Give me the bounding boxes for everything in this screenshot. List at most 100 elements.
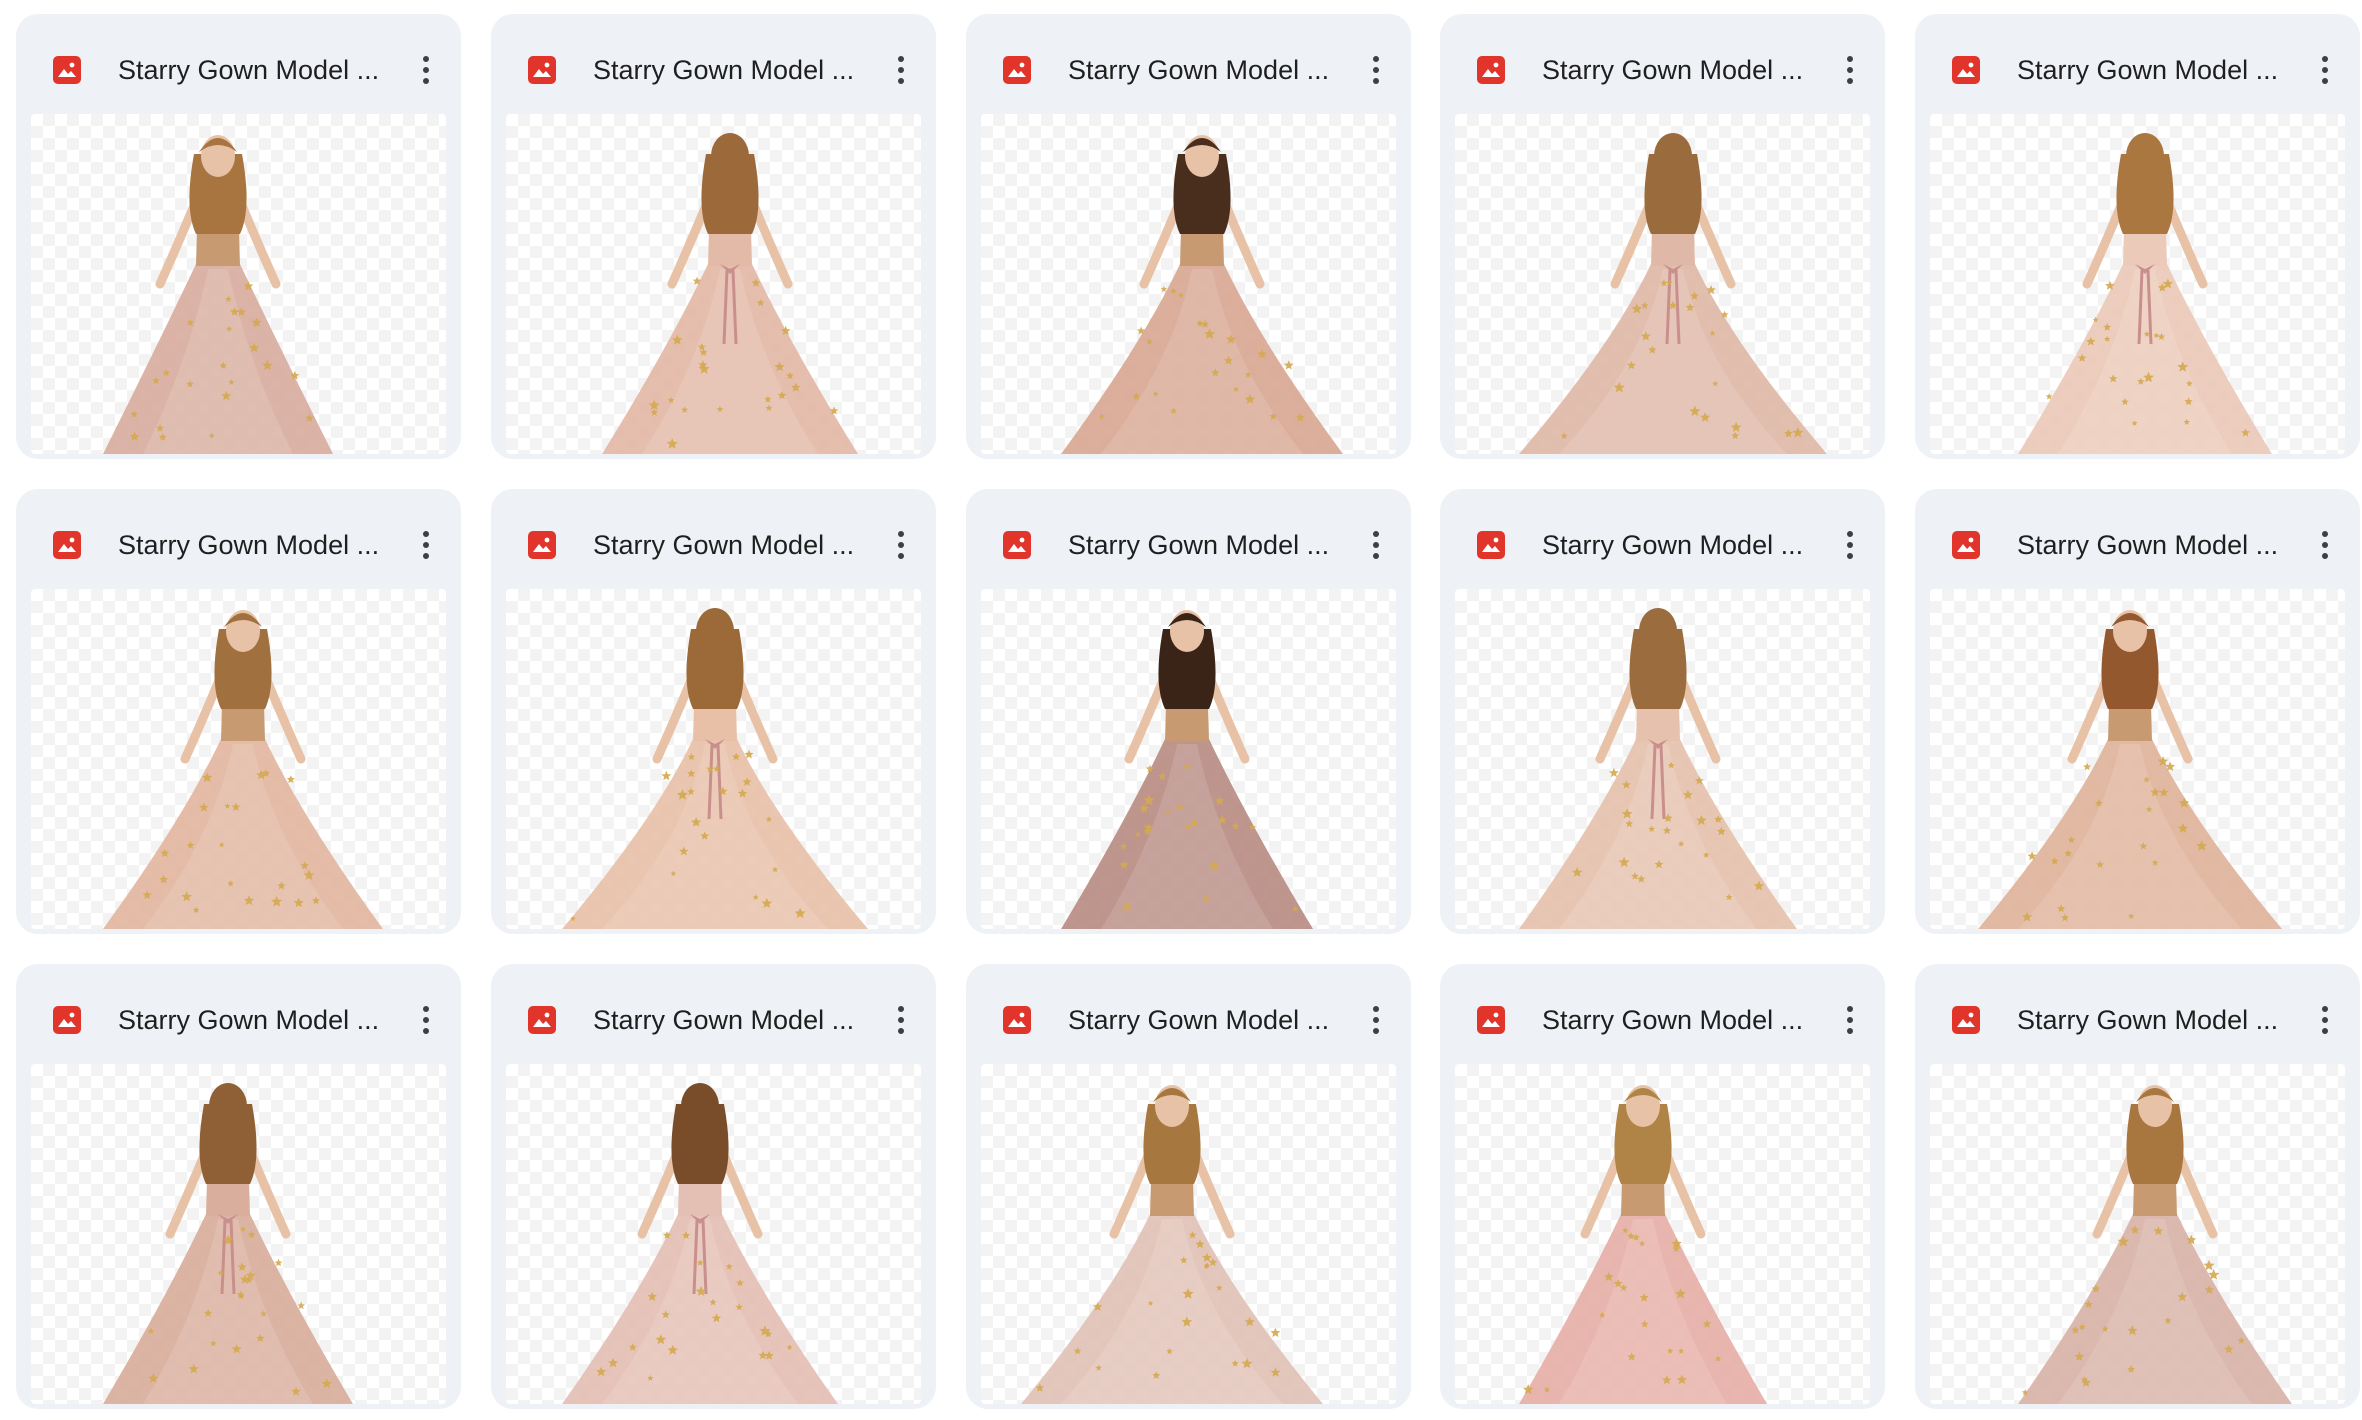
file-name: Starry Gown Model ... xyxy=(593,530,855,560)
file-card[interactable]: Starry Gown Model ... xyxy=(966,489,1411,934)
file-card[interactable]: Starry Gown Model ... xyxy=(1915,964,2360,1409)
image-file-icon xyxy=(1477,56,1505,84)
image-file-icon xyxy=(1952,56,1980,84)
file-card-header: Starry Gown Model ... xyxy=(491,964,936,1050)
file-name: Starry Gown Model ... xyxy=(118,1005,380,1035)
more-options-icon[interactable] xyxy=(1356,1000,1396,1040)
image-file-icon xyxy=(1477,531,1505,559)
file-name: Starry Gown Model ... xyxy=(2017,1005,2279,1035)
image-file-icon xyxy=(528,1006,556,1034)
file-name: Starry Gown Model ... xyxy=(593,55,855,85)
gown-figure xyxy=(1061,610,1313,929)
file-card[interactable]: Starry Gown Model ... xyxy=(1915,14,2360,459)
image-file-icon xyxy=(1952,531,1980,559)
file-card-header: Starry Gown Model ... xyxy=(1915,14,2360,100)
file-card-header: Starry Gown Model ... xyxy=(16,964,461,1050)
image-thumbnail[interactable] xyxy=(1455,589,1870,929)
file-card-header: Starry Gown Model ... xyxy=(1915,964,2360,1050)
image-thumbnail[interactable] xyxy=(506,114,921,454)
more-options-icon[interactable] xyxy=(1830,1000,1870,1040)
gown-figure xyxy=(1061,135,1343,454)
file-card[interactable]: Starry Gown Model ... xyxy=(1915,489,2360,934)
more-options-icon[interactable] xyxy=(406,50,446,90)
gown-figure xyxy=(1978,610,2282,929)
image-thumbnail[interactable] xyxy=(981,589,1396,929)
file-name: Starry Gown Model ... xyxy=(2017,55,2279,85)
file-card-header: Starry Gown Model ... xyxy=(491,14,936,100)
image-thumbnail[interactable] xyxy=(31,114,446,454)
image-thumbnail[interactable] xyxy=(1455,114,1870,454)
gown-figure xyxy=(602,133,858,454)
image-thumbnail[interactable] xyxy=(31,589,446,929)
file-card-header: Starry Gown Model ... xyxy=(966,964,1411,1050)
image-file-icon xyxy=(53,1006,81,1034)
file-name: Starry Gown Model ... xyxy=(593,1005,855,1035)
image-thumbnail[interactable] xyxy=(1455,1064,1870,1404)
image-thumbnail[interactable] xyxy=(981,114,1396,454)
file-name: Starry Gown Model ... xyxy=(1542,1005,1804,1035)
file-card-header: Starry Gown Model ... xyxy=(1440,964,1885,1050)
gown-figure xyxy=(103,1083,353,1404)
file-card[interactable]: Starry Gown Model ... xyxy=(966,964,1411,1409)
image-file-icon xyxy=(1477,1006,1505,1034)
gown-figure xyxy=(1519,133,1827,454)
gown-figure xyxy=(2018,1085,2292,1404)
image-thumbnail[interactable] xyxy=(1930,589,2345,929)
file-grid: Starry Gown Model ... Starry Gown Model .… xyxy=(0,0,2362,1420)
file-name: Starry Gown Model ... xyxy=(1542,530,1804,560)
more-options-icon[interactable] xyxy=(406,1000,446,1040)
image-file-icon xyxy=(1952,1006,1980,1034)
file-card-header: Starry Gown Model ... xyxy=(966,489,1411,575)
image-file-icon xyxy=(528,56,556,84)
file-card[interactable]: Starry Gown Model ... xyxy=(16,14,461,459)
image-thumbnail[interactable] xyxy=(1930,114,2345,454)
image-thumbnail[interactable] xyxy=(506,589,921,929)
more-options-icon[interactable] xyxy=(1830,50,1870,90)
gown-figure xyxy=(103,135,333,454)
file-card[interactable]: Starry Gown Model ... xyxy=(491,14,936,459)
more-options-icon[interactable] xyxy=(881,1000,921,1040)
gown-figure xyxy=(1021,1085,1323,1404)
more-options-icon[interactable] xyxy=(2305,525,2345,565)
file-name: Starry Gown Model ... xyxy=(1542,55,1804,85)
more-options-icon[interactable] xyxy=(1830,525,1870,565)
image-thumbnail[interactable] xyxy=(31,1064,446,1404)
image-file-icon xyxy=(53,56,81,84)
file-card[interactable]: Starry Gown Model ... xyxy=(16,489,461,934)
file-card-header: Starry Gown Model ... xyxy=(16,489,461,575)
gown-figure xyxy=(1519,608,1797,929)
file-card[interactable]: Starry Gown Model ... xyxy=(16,964,461,1409)
more-options-icon[interactable] xyxy=(1356,50,1396,90)
more-options-icon[interactable] xyxy=(2305,50,2345,90)
file-card-header: Starry Gown Model ... xyxy=(491,489,936,575)
gown-figure xyxy=(103,610,383,929)
image-thumbnail[interactable] xyxy=(506,1064,921,1404)
file-card[interactable]: Starry Gown Model ... xyxy=(491,489,936,934)
more-options-icon[interactable] xyxy=(881,525,921,565)
image-thumbnail[interactable] xyxy=(981,1064,1396,1404)
file-card-header: Starry Gown Model ... xyxy=(16,14,461,100)
file-name: Starry Gown Model ... xyxy=(118,55,380,85)
image-thumbnail[interactable] xyxy=(1930,1064,2345,1404)
file-name: Starry Gown Model ... xyxy=(1068,1005,1330,1035)
file-card[interactable]: Starry Gown Model ... xyxy=(1440,14,1885,459)
file-card-header: Starry Gown Model ... xyxy=(966,14,1411,100)
file-card-header: Starry Gown Model ... xyxy=(1915,489,2360,575)
file-card[interactable]: Starry Gown Model ... xyxy=(966,14,1411,459)
file-card[interactable]: Starry Gown Model ... xyxy=(1440,964,1885,1409)
file-name: Starry Gown Model ... xyxy=(1068,530,1330,560)
file-name: Starry Gown Model ... xyxy=(2017,530,2279,560)
image-file-icon xyxy=(1003,531,1031,559)
file-card-header: Starry Gown Model ... xyxy=(1440,14,1885,100)
image-file-icon xyxy=(1003,1006,1031,1034)
file-name: Starry Gown Model ... xyxy=(118,530,380,560)
gown-figure xyxy=(562,1083,838,1404)
more-options-icon[interactable] xyxy=(881,50,921,90)
more-options-icon[interactable] xyxy=(1356,525,1396,565)
more-options-icon[interactable] xyxy=(406,525,446,565)
more-options-icon[interactable] xyxy=(2305,1000,2345,1040)
file-card[interactable]: Starry Gown Model ... xyxy=(491,964,936,1409)
file-card-header: Starry Gown Model ... xyxy=(1440,489,1885,575)
file-card[interactable]: Starry Gown Model ... xyxy=(1440,489,1885,934)
image-file-icon xyxy=(528,531,556,559)
